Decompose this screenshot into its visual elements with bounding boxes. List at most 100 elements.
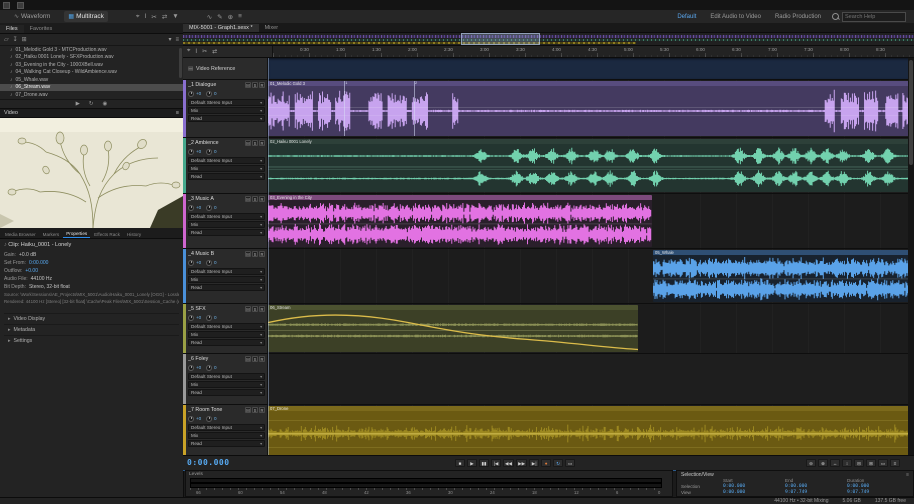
arm-button[interactable]: R bbox=[259, 82, 265, 88]
volume-knob[interactable] bbox=[188, 364, 194, 371]
timeline-ruler[interactable]: 0:30 1:00 1:30 2:00 2:30 3:00 3:30 4:00 4:30 5:00… bbox=[273, 46, 914, 57]
skip-selection-button[interactable]: ▭ bbox=[565, 459, 576, 467]
automation-mode-select[interactable]: Read ▾ bbox=[188, 114, 265, 122]
tab-effects-rack[interactable]: Effects Rack bbox=[91, 231, 123, 238]
zoom-out-button[interactable]: ⊖ bbox=[806, 459, 816, 467]
property-value[interactable]: 0:00.000 bbox=[29, 260, 48, 266]
input-select[interactable]: Default Stereo Input ▾ bbox=[188, 156, 265, 164]
solo-button[interactable]: S bbox=[252, 196, 258, 202]
pan-knob[interactable] bbox=[206, 314, 212, 321]
section-video-display[interactable]: ▸ Video Display bbox=[4, 313, 179, 324]
pan-knob[interactable] bbox=[206, 415, 212, 422]
menu-tool-icon[interactable]: ≡ bbox=[238, 13, 242, 21]
property-value[interactable]: +0.00 bbox=[25, 268, 38, 274]
razor-tool-icon[interactable]: ✂ bbox=[202, 48, 207, 55]
zoom-track-button[interactable]: ⊞ bbox=[866, 459, 876, 467]
pan-knob[interactable] bbox=[206, 90, 212, 97]
arm-button[interactable]: R bbox=[259, 356, 265, 362]
output-select[interactable]: Mix ▾ bbox=[188, 330, 265, 338]
volume-knob[interactable] bbox=[188, 259, 194, 266]
track-name[interactable]: _2 Ambience bbox=[188, 140, 245, 146]
marker-tool-icon[interactable]: ▼ bbox=[172, 13, 178, 21]
record-button[interactable]: ● bbox=[541, 459, 552, 467]
time-selection-tool-icon[interactable]: I bbox=[145, 13, 147, 21]
audio-clip[interactable]: 07_Drone bbox=[268, 406, 914, 456]
input-select[interactable]: Default Stereo Input ▾ bbox=[188, 212, 265, 220]
automation-mode-select[interactable]: Read ▾ bbox=[188, 283, 265, 291]
pencil-tool-icon[interactable]: ✎ bbox=[217, 13, 222, 21]
pan-knob[interactable] bbox=[206, 204, 212, 211]
track-5-lane[interactable]: 06_Stream bbox=[268, 304, 914, 353]
mute-button[interactable]: M bbox=[245, 356, 251, 362]
file-row[interactable]: ♪ 06_Stream.wav bbox=[0, 83, 183, 91]
mute-button[interactable]: M bbox=[245, 407, 251, 413]
solo-button[interactable]: S bbox=[252, 82, 258, 88]
input-select[interactable]: Default Stereo Input ▾ bbox=[188, 423, 265, 431]
mute-button[interactable]: M bbox=[245, 196, 251, 202]
mixer-tab[interactable]: Mixer bbox=[259, 24, 284, 32]
video-panel-menu-icon[interactable]: ≡ bbox=[176, 110, 179, 116]
snap-tool-icon[interactable]: ∿ bbox=[207, 13, 212, 21]
track-1-lane[interactable]: 01_Melodic Gold 312 bbox=[268, 80, 914, 137]
track-7-lane[interactable]: 07_Drone bbox=[268, 405, 914, 457]
file-row[interactable]: ♪ 02_Haiku 0001 Lonely - SFXProduction.wa… bbox=[0, 54, 183, 62]
file-list-scrollbar[interactable] bbox=[179, 48, 182, 78]
output-select[interactable]: Mix ▾ bbox=[188, 380, 265, 388]
clip-marker[interactable]: 1 bbox=[344, 81, 347, 136]
output-select[interactable]: Mix ▾ bbox=[188, 431, 265, 439]
pan-knob[interactable] bbox=[206, 148, 212, 155]
play-button[interactable]: ▶ bbox=[467, 459, 477, 467]
navigator-view-box[interactable] bbox=[460, 33, 540, 45]
solo-button[interactable]: S bbox=[252, 407, 258, 413]
loop-playback-button[interactable]: ↻ bbox=[553, 459, 564, 467]
zoom-out-full-button[interactable]: ↔ bbox=[830, 459, 840, 467]
arm-button[interactable]: R bbox=[259, 407, 265, 413]
track-name[interactable]: _5 SFX bbox=[188, 306, 245, 312]
tab-history[interactable]: History bbox=[124, 231, 144, 238]
workspace-edit-audio-to-video[interactable]: Edit Audio to Video bbox=[710, 14, 761, 20]
tab-media-browser[interactable]: Media Browser bbox=[2, 231, 39, 238]
pan-knob[interactable] bbox=[206, 259, 212, 266]
timeline-navigator[interactable] bbox=[183, 33, 914, 46]
automation-mode-select[interactable]: Read ▾ bbox=[188, 338, 265, 346]
section-settings[interactable]: ▸ Settings bbox=[4, 335, 179, 346]
track-4-lane[interactable]: 05_Whale bbox=[268, 249, 914, 303]
window-menu-icon[interactable] bbox=[16, 2, 24, 9]
track-2-lane[interactable]: 02_Haiku 0001 Lonely bbox=[268, 138, 914, 193]
workspace-radio-production[interactable]: Radio Production bbox=[775, 14, 821, 20]
zoom-in-button[interactable]: ⊕ bbox=[818, 459, 828, 467]
mute-button[interactable]: M bbox=[245, 306, 251, 312]
playhead[interactable] bbox=[268, 58, 269, 458]
arm-button[interactable]: R bbox=[259, 251, 265, 257]
arm-button[interactable]: R bbox=[259, 306, 265, 312]
audio-clip[interactable]: 03_Evening in the City bbox=[268, 195, 652, 247]
open-file-icon[interactable]: ▱ bbox=[4, 36, 9, 43]
track-name[interactable]: _3 Music A bbox=[188, 196, 245, 202]
volume-knob[interactable] bbox=[188, 415, 194, 422]
time-selection-tool-icon[interactable]: I bbox=[195, 49, 197, 55]
slip-tool-icon[interactable]: ⇄ bbox=[212, 48, 217, 55]
mute-button[interactable]: M bbox=[245, 82, 251, 88]
input-select[interactable]: Default Stereo Input ▾ bbox=[188, 98, 265, 106]
vertical-scrollbar[interactable] bbox=[908, 58, 914, 458]
mute-button[interactable]: M bbox=[245, 251, 251, 257]
audio-clip[interactable]: 06_Stream bbox=[268, 305, 639, 352]
pan-knob[interactable] bbox=[206, 364, 212, 371]
view-mode-button[interactable]: ▭ bbox=[878, 459, 888, 467]
arm-button[interactable]: R bbox=[259, 140, 265, 146]
audio-clip[interactable]: 02_Haiku 0001 Lonely bbox=[268, 139, 914, 192]
output-select[interactable]: Mix ▾ bbox=[188, 275, 265, 283]
track-name[interactable]: _7 Room Tone bbox=[188, 407, 245, 413]
waveform-view-button[interactable]: ∿ Waveform bbox=[10, 11, 54, 22]
zoom-tool-icon[interactable]: ⊕ bbox=[228, 13, 233, 21]
current-time-display[interactable]: 0:00.000 bbox=[187, 458, 230, 467]
track-name[interactable]: _6 Foley bbox=[188, 356, 245, 362]
automation-mode-select[interactable]: Read ▾ bbox=[188, 388, 265, 396]
preview-play-icon[interactable]: ▶ bbox=[76, 101, 80, 107]
import-file-icon[interactable]: ↧ bbox=[13, 36, 18, 43]
selection-view-menu-icon[interactable]: ≡ bbox=[906, 472, 909, 478]
vertical-scrollbar-thumb[interactable] bbox=[909, 60, 913, 165]
volume-knob[interactable] bbox=[188, 90, 194, 97]
file-row[interactable]: ♪ 01_Melodic Gold 3 - MTCProduction.wav bbox=[0, 46, 183, 54]
video-track-header[interactable]: ▤ Video Reference bbox=[183, 58, 268, 79]
